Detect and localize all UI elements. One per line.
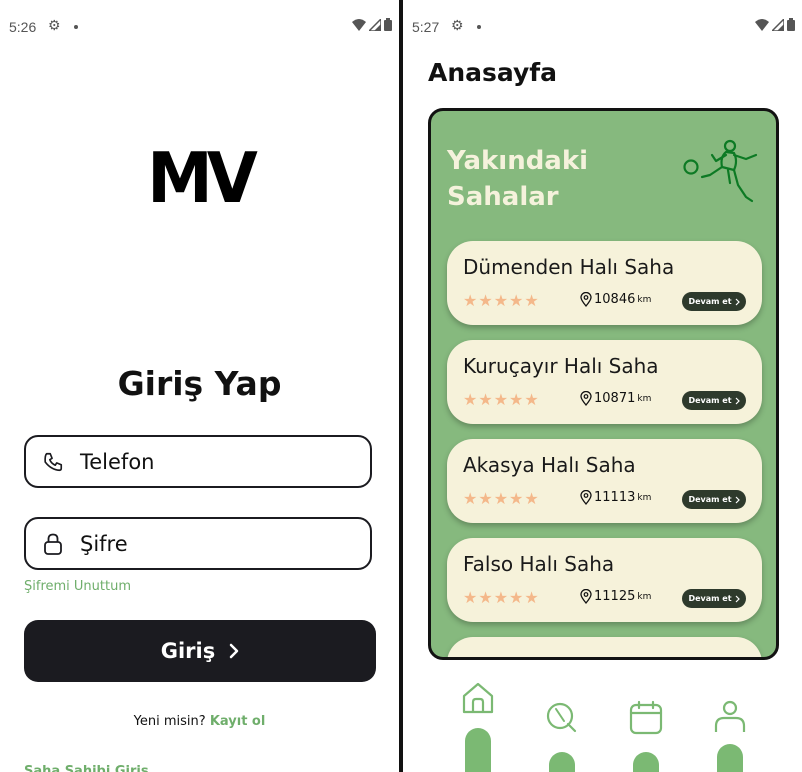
owner-login-link[interactable]: Saha Sahibi Giriş (24, 764, 149, 772)
password-field[interactable]: Şifre (24, 517, 372, 570)
lock-icon (26, 532, 80, 556)
notification-dot-icon (477, 25, 481, 29)
distance-unit: km (637, 492, 652, 503)
login-button[interactable]: Giriş (24, 620, 376, 682)
venue-distance: 11125 km (580, 589, 651, 604)
location-pin-icon (580, 292, 592, 307)
venue-card[interactable]: Dümenden Halı Saha ★★★★★ 10846 km Devam e… (447, 241, 762, 325)
distance-value: 10871 (594, 391, 636, 406)
continue-button-label: Devam et (688, 495, 732, 504)
venue-name: Falso Halı Saha (463, 552, 615, 576)
continue-button[interactable]: Devam et (682, 391, 746, 410)
continue-button[interactable]: Devam et (682, 490, 746, 509)
signal-icon (772, 18, 784, 31)
distance-value: 11125 (594, 589, 636, 604)
signup-prompt: Yeni misin? (133, 714, 206, 729)
panel-title: Yakındaki Sahalar (447, 143, 588, 215)
continue-button-label: Devam et (688, 594, 732, 603)
wifi-icon (755, 18, 769, 31)
gear-icon: ⚙ (48, 17, 61, 33)
nav-indicator (633, 752, 659, 772)
location-pin-icon (580, 391, 592, 406)
login-button-label: Giriş (160, 639, 216, 663)
phone-field[interactable]: Telefon (24, 435, 372, 488)
chevron-right-icon (230, 643, 239, 659)
home-screen: 5:27 ⚙ Anasayfa Yakındaki Sahalar Dümend… (403, 0, 802, 772)
venue-rating-stars: ★★★★★ (463, 489, 540, 508)
distance-unit: km (637, 294, 652, 305)
venue-distance: 10846 km (580, 292, 651, 307)
venue-name: Dümenden Halı Saha (463, 255, 675, 279)
profile-icon (714, 700, 746, 732)
calendar-icon (629, 700, 663, 735)
battery-icon (384, 18, 392, 31)
chevron-right-icon (735, 298, 740, 305)
continue-button-label: Devam et (688, 396, 732, 405)
notification-dot-icon (74, 25, 78, 29)
chevron-right-icon (735, 595, 740, 602)
distance-value: 11113 (594, 490, 636, 505)
distance-value: 10846 (594, 292, 636, 307)
distance-unit: km (637, 393, 652, 404)
nav-search[interactable] (532, 668, 592, 772)
page-title: Giriş Yap (117, 364, 282, 403)
soccer-player-icon (683, 139, 758, 203)
phone-placeholder: Telefon (80, 449, 155, 474)
phone-icon (26, 451, 80, 473)
nav-indicator (549, 752, 575, 772)
chevron-right-icon (735, 496, 740, 503)
location-pin-icon (580, 490, 592, 505)
status-bar: 5:27 ⚙ (403, 0, 802, 52)
distance-unit: km (637, 591, 652, 602)
chevron-right-icon (735, 397, 740, 404)
gear-icon: ⚙ (451, 17, 464, 33)
venue-rating-stars: ★★★★★ (463, 291, 540, 310)
nav-calendar[interactable] (616, 668, 676, 772)
login-screen: 5:26 ⚙ MV Giriş Yap Telefon Şifre Şifrem… (0, 0, 399, 772)
app-logo: MV (147, 138, 258, 219)
venue-rating-stars: ★★★★★ (463, 588, 540, 607)
venue-card[interactable]: Akasya Halı Saha ★★★★★ 11113 km Devam et (447, 439, 762, 523)
nav-active-indicator (465, 728, 491, 772)
nav-profile[interactable] (700, 668, 760, 772)
panel-title-line1: Yakındaki (447, 146, 589, 176)
status-time: 5:26 (9, 19, 37, 35)
system-icons (352, 18, 392, 31)
venue-distance: 11113 km (580, 490, 651, 505)
forgot-password-link[interactable]: Şifremi Unuttum (24, 579, 131, 594)
bottom-nav (403, 668, 802, 772)
search-icon (546, 702, 577, 733)
home-icon (462, 682, 494, 714)
signup-row: Yeni misin? Kayıt ol (0, 714, 399, 729)
venue-rating-stars: ★★★★★ (463, 390, 540, 409)
signal-icon (369, 18, 381, 31)
venue-name: Akasya Halı Saha (463, 453, 636, 477)
venue-name: Kuruçayır Halı Saha (463, 354, 659, 378)
nearby-venues-panel: Yakındaki Sahalar Dümenden Halı Saha ★★★… (428, 108, 779, 660)
continue-button-label: Devam et (688, 297, 732, 306)
page-title: Anasayfa (428, 58, 558, 87)
location-pin-icon (580, 589, 592, 604)
password-placeholder: Şifre (80, 531, 128, 556)
continue-button[interactable]: Devam et (682, 292, 746, 311)
status-bar: 5:26 ⚙ (0, 0, 399, 52)
nav-indicator (717, 744, 743, 772)
panel-title-line2: Sahalar (447, 182, 559, 212)
signup-link[interactable]: Kayıt ol (210, 714, 266, 729)
venue-card[interactable]: Falso Halı Saha ★★★★★ 11125 km Devam et (447, 538, 762, 622)
status-time: 5:27 (412, 19, 440, 35)
battery-icon (787, 18, 795, 31)
venue-card-partial[interactable] (447, 637, 762, 657)
venue-distance: 10871 km (580, 391, 651, 406)
wifi-icon (352, 18, 366, 31)
continue-button[interactable]: Devam et (682, 589, 746, 608)
venue-card[interactable]: Kuruçayır Halı Saha ★★★★★ 10871 km Devam … (447, 340, 762, 424)
nav-home[interactable] (448, 668, 508, 772)
system-icons (755, 18, 795, 31)
